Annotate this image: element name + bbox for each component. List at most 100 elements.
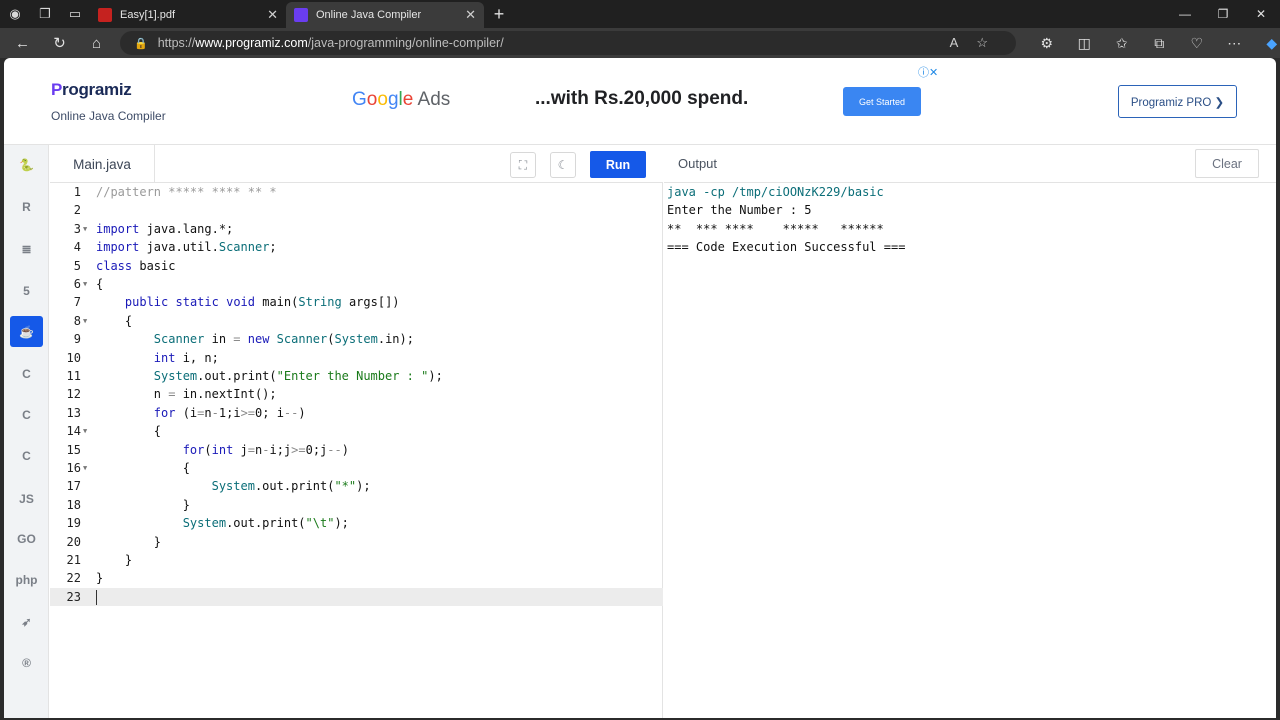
code-line[interactable]: 16 ▼ { — [50, 459, 663, 477]
php-icon[interactable]: php — [10, 564, 43, 595]
fold-arrow-icon[interactable]: ▼ — [83, 312, 87, 330]
code-text: for (i=n-1;i>=0; i--) — [153, 405, 306, 420]
ad-choices-icon[interactable]: ⓘ✕ — [918, 64, 938, 80]
code-line[interactable]: 18 } — [50, 496, 663, 514]
close-window-icon[interactable]: ✕ — [1242, 7, 1280, 21]
line-number: 2 — [73, 203, 81, 218]
output-toolbar: Output Clear — [664, 145, 1276, 183]
programiz-pro-button[interactable]: Programiz PRO ❯ — [1118, 85, 1237, 118]
sql-icon[interactable]: ≣ — [10, 233, 43, 264]
python-icon[interactable]: 🐍 — [10, 149, 43, 180]
code-text: { — [96, 424, 162, 439]
fold-arrow-icon[interactable]: ▼ — [83, 422, 87, 440]
code-line[interactable]: 3 ▼ import java.lang.*; — [50, 220, 663, 238]
profile-icon[interactable]: ◉ — [0, 0, 30, 28]
code-line[interactable]: 21 } — [50, 551, 663, 569]
code-line[interactable]: 8 ▼ { — [50, 312, 663, 330]
dark-mode-icon[interactable]: ☾ — [550, 152, 576, 178]
favorites-icon[interactable]: ✩ — [1103, 35, 1141, 52]
ad-get-started-button[interactable]: Get Started — [843, 87, 921, 116]
fold-arrow-icon[interactable]: ▼ — [83, 459, 87, 477]
fullscreen-icon[interactable]: ⛶ — [510, 152, 536, 178]
code-line[interactable]: 6 ▼ { — [50, 275, 663, 293]
line-number: 1 — [73, 185, 81, 199]
code-line[interactable]: 14 ▼ { — [50, 422, 663, 440]
refresh-icon[interactable]: ↻ — [41, 28, 78, 58]
minimize-icon[interactable]: — — [1166, 7, 1204, 21]
r-icon[interactable]: R — [10, 191, 43, 222]
code-line[interactable]: 17 System.out.print("*"); — [50, 477, 663, 495]
tab-easy-pdf[interactable]: Easy[1].pdf ✕ — [90, 2, 286, 28]
code-text: public static void main(String args[]) — [124, 295, 400, 310]
code-text: for(int j=n-i;j>=0;j--) — [182, 442, 349, 457]
code-line[interactable]: 22} — [50, 569, 663, 587]
html-icon[interactable]: 5 — [10, 275, 43, 306]
close-icon[interactable]: ✕ — [465, 7, 476, 23]
code-line[interactable]: 10 int i, n; — [50, 349, 663, 367]
code-line[interactable]: 7 public static void main(String args[]) — [50, 293, 663, 311]
code-text: } — [96, 534, 162, 549]
fold-arrow-icon[interactable]: ▼ — [83, 220, 87, 238]
programiz-logo[interactable]: Programiz — [51, 80, 132, 100]
collections-icon[interactable]: ⧉ — [1141, 35, 1179, 52]
cpp-icon[interactable]: C — [10, 399, 43, 430]
code-text: class basic — [96, 258, 176, 273]
split-screen-icon[interactable]: ◫ — [1066, 35, 1104, 52]
workspaces-icon[interactable]: ❐ — [30, 0, 60, 28]
file-tab-main-java[interactable]: Main.java — [50, 145, 155, 183]
swift-icon[interactable]: ➶ — [10, 606, 43, 637]
tab-title: Online Java Compiler — [316, 9, 422, 21]
code-line[interactable]: 12 n = in.nextInt(); — [50, 385, 663, 403]
code-line[interactable]: 15 for(int j=n-i;j>=0;j--) — [50, 441, 663, 459]
tab-online-java-compiler[interactable]: Online Java Compiler ✕ — [286, 2, 484, 28]
line-number: 13 — [66, 405, 81, 420]
line-number: 8 — [73, 313, 81, 328]
line-number: 20 — [66, 534, 81, 549]
pdf-icon — [98, 8, 112, 22]
code-line[interactable]: 4 import java.util.Scanner; — [50, 238, 663, 256]
window-controls: — ❐ ✕ — [1166, 7, 1280, 21]
code-line[interactable]: 20 } — [50, 533, 663, 551]
text-cursor — [96, 589, 97, 605]
output-line: Enter the Number : 5 — [667, 203, 812, 218]
line-number: 23 — [66, 589, 81, 604]
lock-icon[interactable]: 🔒 — [134, 37, 148, 50]
maximize-icon[interactable]: ❐ — [1204, 7, 1242, 21]
home-icon[interactable]: ⌂ — [78, 28, 115, 58]
read-aloud-favorite-icons[interactable]: A☆ — [950, 35, 1006, 51]
js-icon[interactable]: JS — [10, 483, 43, 514]
line-number: 18 — [66, 497, 81, 512]
output-console[interactable]: java -cp /tmp/ciOONzK229/basic Enter the … — [664, 183, 1276, 718]
code-line[interactable]: 2 — [50, 201, 663, 219]
more-icon[interactable]: ⋯ — [1216, 35, 1254, 52]
rust-icon[interactable]: ® — [10, 647, 43, 678]
code-text: System.out.print("\t"); — [182, 516, 349, 531]
code-editor[interactable]: 1//pattern ***** **** ** * 2 3 ▼ import java… — [50, 183, 663, 718]
code-line[interactable]: 1 //pattern ***** **** ** * — [50, 183, 663, 201]
csharp-icon[interactable]: C — [10, 440, 43, 471]
new-tab-icon[interactable]: + — [484, 4, 514, 25]
back-icon[interactable]: ← — [4, 28, 41, 58]
extensions-icon[interactable]: ⚙ — [1028, 35, 1066, 52]
fold-arrow-icon[interactable]: ▼ — [83, 275, 87, 293]
code-line[interactable]: 19 System.out.print("\t"); — [50, 514, 663, 532]
tab-actions-icon[interactable]: ▭ — [60, 0, 90, 28]
code-line[interactable]: 5 class basic — [50, 257, 663, 275]
address-bar[interactable]: 🔒 https://www.programiz.com/java-program… — [120, 31, 1016, 55]
code-line[interactable]: 9 Scanner in = new Scanner(System.in); — [50, 330, 663, 348]
go-icon[interactable]: GO — [10, 523, 43, 554]
c-icon[interactable]: C — [10, 358, 43, 389]
code-line[interactable]: 23 — [50, 587, 663, 607]
line-number: 22 — [66, 571, 81, 586]
close-icon[interactable]: ✕ — [267, 7, 278, 23]
code-line[interactable]: 11 System.out.print("Enter the Number : … — [50, 367, 663, 385]
browser-essentials-icon[interactable]: ♡ — [1178, 35, 1216, 52]
code-text: { — [96, 277, 104, 291]
url-text: https://www.programiz.com/java-programmi… — [157, 36, 504, 50]
code-text: } — [96, 553, 133, 567]
copilot-icon[interactable]: ◆ — [1253, 35, 1280, 52]
java-icon[interactable]: ☕ — [10, 316, 43, 347]
clear-button[interactable]: Clear — [1195, 149, 1259, 178]
run-button[interactable]: Run — [590, 151, 646, 178]
code-line[interactable]: 13 for (i=n-1;i>=0; i--) — [50, 404, 663, 422]
